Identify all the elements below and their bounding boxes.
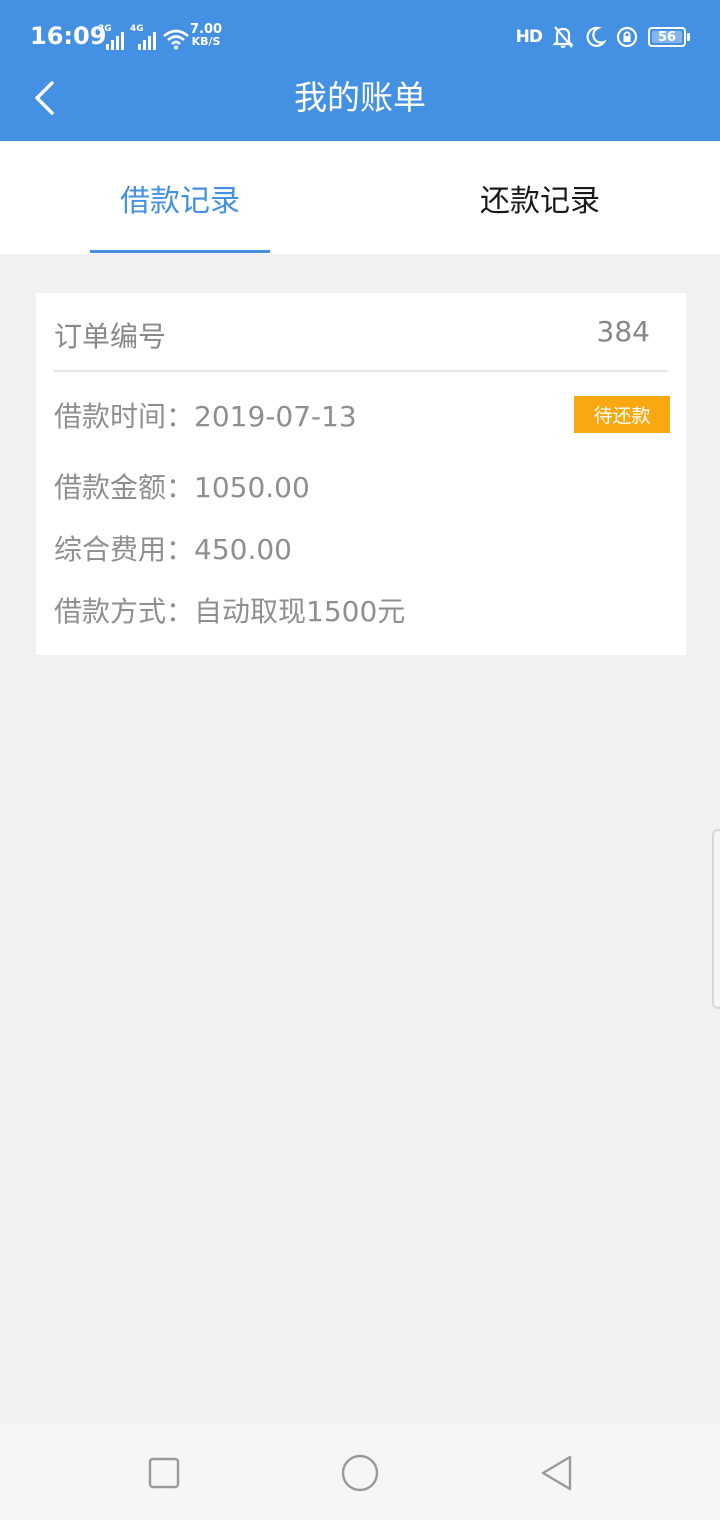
tab-repayment-records[interactable]: 还款记录 <box>360 141 720 254</box>
signal-4g-icon: 4G <box>130 24 156 50</box>
bell-off-icon <box>552 26 574 48</box>
fee-label: 综合费用： <box>54 533 195 566</box>
app-header: 16:09 3G 4G 7.00 KB/S HD 56 我的账单 <box>0 0 720 141</box>
signal-3g-icon: 3G <box>98 24 124 50</box>
status-bar: 16:09 3G 4G 7.00 KB/S HD 56 <box>0 0 720 68</box>
borrow-time-line: 借款时间：2019-07-13 <box>54 395 357 435</box>
system-nav-bar <box>0 1423 720 1520</box>
order-label: 订单编号 <box>54 320 167 353</box>
method-value: 自动取现1500元 <box>194 595 406 628</box>
active-tab-indicator <box>90 250 270 253</box>
status-right-icons: HD 56 <box>516 24 690 50</box>
method-line: 借款方式：自动取现1500元 <box>54 590 405 630</box>
amount-value: 1050.00 <box>194 471 310 504</box>
tab-bar: 借款记录 还款记录 <box>0 141 720 254</box>
speed-unit: KB/S <box>191 35 221 48</box>
wifi-icon <box>163 29 189 50</box>
recent-apps-button[interactable] <box>142 1451 186 1495</box>
back-nav-button[interactable] <box>534 1451 578 1495</box>
moon-icon <box>586 26 606 47</box>
status-badge: 待还款 <box>574 396 670 433</box>
signal-group: 3G 4G <box>98 22 190 50</box>
page-title: 我的账单 <box>294 78 426 117</box>
fee-line: 综合费用：450.00 <box>54 528 292 568</box>
borrow-time-label: 借款时间： <box>54 400 195 433</box>
triangle-back-icon <box>541 1455 572 1491</box>
borrow-time-value: 2019-07-13 <box>194 400 357 433</box>
fee-value: 450.00 <box>194 533 292 566</box>
network-speed: 7.00 KB/S <box>190 23 222 48</box>
battery-level: 56 <box>657 29 677 45</box>
status-time: 16:09 <box>30 22 107 50</box>
battery-icon: 56 <box>648 27 686 47</box>
rotation-lock-icon <box>616 26 638 48</box>
method-label: 借款方式： <box>54 595 195 628</box>
square-icon <box>148 1457 180 1489</box>
hd-icon: HD <box>515 27 543 47</box>
home-button[interactable] <box>338 1451 382 1495</box>
order-row: 订单编号 384 <box>54 293 668 372</box>
amount-label: 借款金额： <box>54 471 195 504</box>
circle-icon <box>341 1454 379 1492</box>
loan-record-card[interactable]: 订单编号 384 借款时间：2019-07-13 待还款 借款金额：1050.0… <box>36 293 686 655</box>
amount-line: 借款金额：1050.00 <box>54 466 310 506</box>
order-number: 384 <box>596 315 650 348</box>
tab-borrow-records[interactable]: 借款记录 <box>0 141 360 254</box>
edge-panel-handle[interactable] <box>712 829 720 1009</box>
